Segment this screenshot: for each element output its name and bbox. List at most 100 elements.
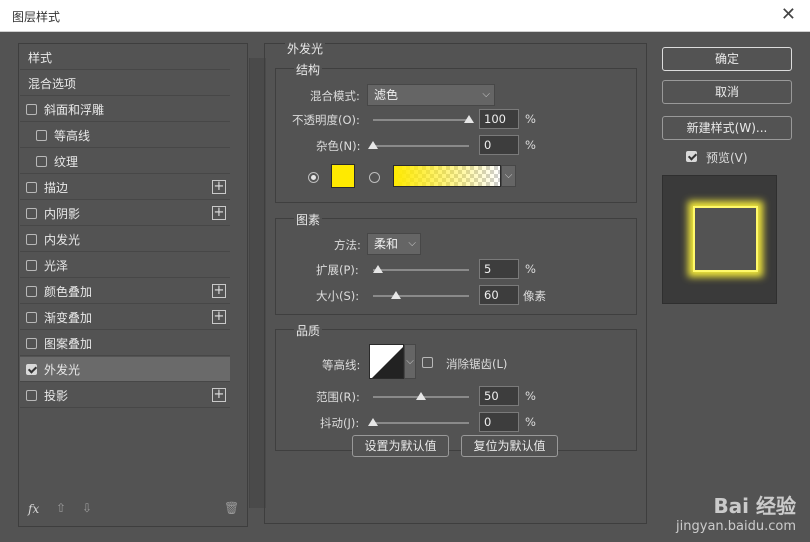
close-icon[interactable]: ✕: [781, 5, 796, 25]
style-checkbox[interactable]: [26, 259, 37, 271]
style-list-item[interactable]: 图案叠加: [20, 331, 230, 356]
style-list-item-label: 混合选项: [28, 76, 77, 91]
size-slider-track[interactable]: [373, 295, 469, 297]
style-list-item-label: 内发光: [44, 232, 81, 247]
style-list-item[interactable]: 混合选项: [20, 71, 230, 96]
jitter-slider-track[interactable]: [373, 422, 469, 424]
solid-color-radio[interactable]: [308, 172, 319, 183]
glow-gradient-picker[interactable]: [393, 165, 501, 187]
style-list-item[interactable]: 描边 +: [20, 175, 230, 200]
style-list-item-label: 投影: [44, 388, 69, 403]
move-down-icon[interactable]: ⇩: [82, 501, 92, 515]
set-default-button[interactable]: 设置为默认值: [352, 435, 449, 457]
jitter-label: 抖动(J):: [320, 416, 360, 430]
add-effect-icon[interactable]: +: [212, 388, 226, 402]
elements-title: 图素: [294, 211, 323, 228]
style-checkbox[interactable]: [26, 311, 37, 323]
add-effect-icon[interactable]: +: [212, 206, 226, 220]
section-title-outer-glow: 外发光: [285, 40, 326, 57]
size-input[interactable]: 60: [479, 285, 519, 305]
style-list-item[interactable]: 斜面和浮雕: [20, 97, 230, 122]
glow-color-swatch[interactable]: [331, 164, 355, 188]
blend-mode-select[interactable]: 滤色 ⌵: [367, 84, 495, 106]
trash-icon[interactable]: 🗑: [224, 501, 239, 515]
chevron-down-icon: ⌵: [408, 238, 416, 249]
window-title: 图层样式: [12, 10, 61, 24]
opacity-slider-track[interactable]: [373, 119, 469, 121]
noise-slider-thumb[interactable]: [368, 141, 378, 149]
blend-mode-label: 混合模式:: [310, 89, 360, 103]
opacity-unit: %: [525, 112, 536, 126]
style-checkbox[interactable]: [26, 389, 37, 401]
spread-slider-track[interactable]: [373, 269, 469, 271]
noise-unit: %: [525, 138, 536, 152]
style-checkbox[interactable]: [26, 233, 37, 245]
style-list-item[interactable]: 样式: [20, 45, 230, 70]
spread-slider-thumb[interactable]: [372, 265, 383, 273]
noise-input[interactable]: 0: [479, 135, 519, 155]
style-checkbox[interactable]: [26, 285, 37, 297]
contour-label: 等高线:: [322, 358, 361, 372]
gradient-dropdown-chevron-icon[interactable]: ⌵: [501, 165, 516, 187]
style-list-item[interactable]: 颜色叠加 +: [20, 279, 230, 304]
style-list-item[interactable]: 外发光: [20, 357, 230, 382]
structure-group: 结构 混合模式: 滤色 ⌵ 不透明度(O): 100 % 杂色(N): 0 % …: [275, 61, 637, 203]
range-slider-thumb[interactable]: [416, 392, 426, 400]
spread-input[interactable]: 5: [479, 259, 519, 279]
move-up-icon[interactable]: ⇧: [56, 501, 66, 515]
add-effect-icon[interactable]: +: [212, 310, 226, 324]
style-list-item[interactable]: 投影 +: [20, 383, 230, 408]
add-effect-icon[interactable]: +: [212, 180, 226, 194]
style-checkbox[interactable]: [36, 129, 47, 141]
style-checkbox[interactable]: [36, 155, 47, 167]
style-list-item-label: 光泽: [44, 258, 69, 273]
watermark: Bai 经验 jingyan.baidu.com: [676, 490, 796, 534]
style-list-item[interactable]: 内发光: [20, 227, 230, 252]
antialias-label: 消除锯齿(L): [446, 357, 508, 371]
new-style-button[interactable]: 新建样式(W)...: [662, 116, 792, 140]
style-list-item-label: 描边: [44, 180, 69, 195]
style-checkbox[interactable]: [26, 103, 37, 115]
style-checkbox[interactable]: [26, 207, 37, 219]
style-list-item[interactable]: 光泽: [20, 253, 230, 278]
fx-icon[interactable]: fx: [28, 502, 39, 516]
contour-picker[interactable]: [369, 344, 404, 379]
elements-group: 图素 方法: 柔和 ⌵ 扩展(P): 5 % 大小(S): 60 像素: [275, 211, 637, 315]
gradient-radio[interactable]: [369, 172, 380, 183]
cancel-button[interactable]: 取消: [662, 80, 792, 104]
size-slider-thumb[interactable]: [391, 291, 402, 299]
style-list-item[interactable]: 内阴影 +: [20, 201, 230, 226]
jitter-slider-thumb[interactable]: [368, 418, 378, 426]
reset-default-button[interactable]: 复位为默认值: [461, 435, 558, 457]
style-checkbox[interactable]: [26, 363, 37, 375]
range-input[interactable]: 50: [479, 386, 519, 406]
style-list-item-label: 颜色叠加: [44, 284, 93, 299]
style-list-item[interactable]: 等高线: [20, 123, 230, 148]
styles-list-panel: 样式 混合选项 斜面和浮雕 等高线 纹理 描边 + 内阴影 + 内发光 光泽 颜色叠加 + 渐变叠加 + 图案…: [18, 43, 266, 527]
jitter-input[interactable]: 0: [479, 412, 519, 432]
noise-slider-track[interactable]: [373, 145, 469, 147]
antialias-checkbox[interactable]: [422, 357, 433, 368]
contour-dropdown-chevron-icon[interactable]: ⌵: [404, 344, 416, 379]
noise-label: 杂色(N):: [316, 139, 361, 153]
style-checkbox[interactable]: [26, 181, 37, 193]
watermark-brand: Bai 经验: [713, 494, 796, 518]
style-list-item-label: 内阴影: [44, 206, 81, 221]
style-list-item[interactable]: 纹理: [20, 149, 230, 174]
size-label: 大小(S):: [316, 289, 360, 303]
style-checkbox[interactable]: [26, 337, 37, 349]
styles-list-footer: fx ⇧ ⇩ 🗑: [28, 501, 240, 518]
add-effect-icon[interactable]: +: [212, 284, 226, 298]
style-list-item[interactable]: 渐变叠加 +: [20, 305, 230, 330]
preview-thumbnail: [662, 175, 777, 304]
style-list-item-label: 图案叠加: [44, 336, 93, 351]
quality-group: 品质 等高线: ⌵ 消除锯齿(L) 范围(R): 50 % 抖动(J): 0 %: [275, 322, 637, 451]
preview-checkbox[interactable]: [686, 151, 697, 162]
opacity-slider-thumb[interactable]: [464, 115, 474, 123]
contour-linear-icon: [372, 347, 403, 378]
opacity-input[interactable]: 100: [479, 109, 519, 129]
ok-button[interactable]: 确定: [662, 47, 792, 71]
preview-label: 预览(V): [706, 151, 748, 165]
layer-style-dialog: 样式 混合选项 斜面和浮雕 等高线 纹理 描边 + 内阴影 + 内发光 光泽 颜色叠加 + 渐变叠加 + 图案…: [0, 32, 810, 542]
method-select[interactable]: 柔和 ⌵: [367, 233, 421, 255]
